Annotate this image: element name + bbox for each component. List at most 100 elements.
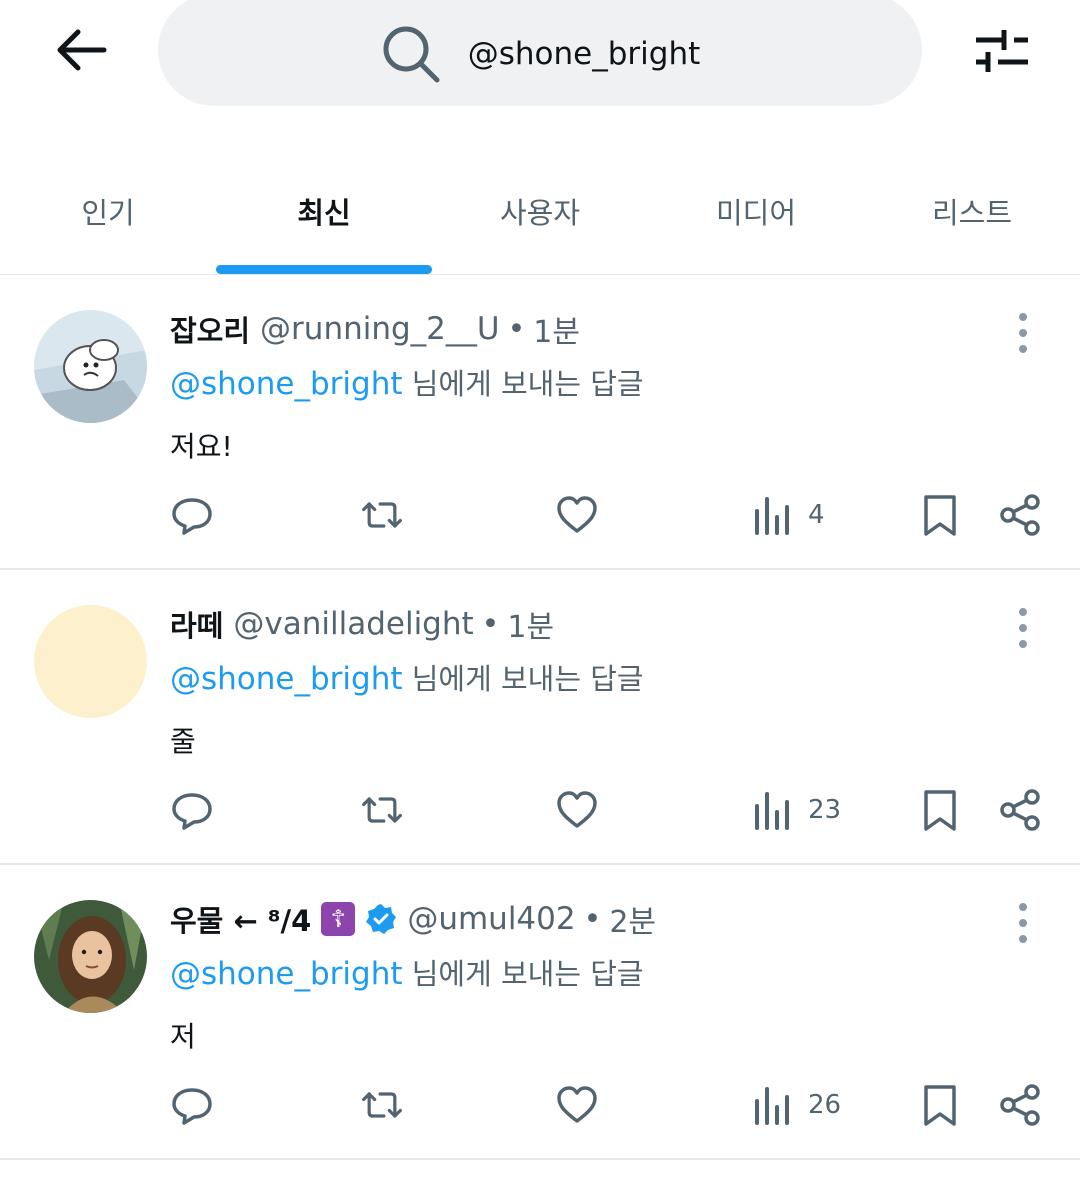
bookmark-icon bbox=[924, 495, 956, 536]
bookmark-button[interactable] bbox=[918, 785, 962, 835]
reply-suffix: 님에게 보내는 답글 bbox=[402, 957, 644, 991]
share-button[interactable] bbox=[998, 1080, 1042, 1130]
views-button[interactable]: 26 bbox=[750, 1080, 841, 1130]
reply-mention-link[interactable]: @shone_bright bbox=[170, 661, 403, 697]
views-count: 26 bbox=[808, 1090, 842, 1120]
more-options-button[interactable] bbox=[1008, 608, 1038, 648]
active-tab-indicator bbox=[216, 265, 432, 274]
like-button[interactable] bbox=[555, 785, 599, 835]
user-handle[interactable]: @vanilladelight bbox=[233, 606, 473, 642]
reply-context: @shone_bright 님에게 보내는 답글 bbox=[170, 656, 644, 698]
retweet-button[interactable] bbox=[360, 785, 404, 835]
bookmark-icon bbox=[924, 790, 956, 831]
bookmark-icon bbox=[924, 1085, 956, 1126]
tweet-actions: 4 bbox=[0, 490, 1080, 540]
views-button[interactable]: 23 bbox=[750, 785, 841, 835]
verified-badge-icon bbox=[366, 904, 397, 934]
search-tabs: 인기 최신 사용자 미디어 리스트 bbox=[0, 160, 1080, 275]
like-button[interactable] bbox=[555, 1080, 599, 1130]
timestamp[interactable]: 1분 bbox=[507, 602, 554, 646]
search-bar[interactable]: @shone_bright bbox=[158, 0, 922, 106]
reply-context: @shone_bright 님에게 보내는 답글 bbox=[170, 951, 644, 993]
user-handle[interactable]: @umul402 bbox=[407, 901, 575, 937]
share-icon bbox=[1000, 1084, 1040, 1126]
tweet-header: 우물 ← ⁸/4 ☦ @umul402 • 2분 bbox=[170, 897, 656, 941]
more-vertical-icon bbox=[1019, 608, 1027, 616]
tweet-header: 잡오리 @running_2__U • 1분 bbox=[170, 307, 580, 351]
reply-icon bbox=[172, 498, 212, 535]
views-count: 4 bbox=[808, 500, 825, 530]
separator-dot: • bbox=[507, 311, 526, 347]
top-bar: @shone_bright bbox=[0, 0, 1080, 140]
views-icon bbox=[755, 497, 789, 535]
reply-suffix: 님에게 보내는 답글 bbox=[402, 367, 644, 401]
tab-lists[interactable]: 리스트 bbox=[864, 160, 1080, 274]
views-button[interactable]: 4 bbox=[750, 490, 825, 540]
heart-icon bbox=[557, 791, 597, 828]
views-count: 23 bbox=[808, 795, 842, 825]
display-name[interactable]: 라떼 bbox=[170, 603, 223, 645]
more-options-button[interactable] bbox=[1008, 903, 1038, 943]
retweet-button[interactable] bbox=[360, 1080, 404, 1130]
search-icon bbox=[383, 26, 440, 83]
display-name[interactable]: 잡오리 bbox=[170, 308, 250, 350]
reply-suffix: 님에게 보내는 답글 bbox=[402, 662, 644, 696]
tab-people[interactable]: 사용자 bbox=[432, 160, 648, 274]
reply-button[interactable] bbox=[170, 490, 214, 540]
heart-icon bbox=[557, 496, 597, 533]
tab-label: 미디어 bbox=[715, 196, 797, 230]
sliders-icon bbox=[976, 30, 1028, 72]
reply-mention-link[interactable]: @shone_bright bbox=[170, 366, 403, 402]
back-button[interactable] bbox=[50, 22, 110, 78]
avatar[interactable] bbox=[34, 605, 147, 718]
reply-button[interactable] bbox=[170, 785, 214, 835]
avatar[interactable] bbox=[34, 310, 147, 423]
heart-icon bbox=[557, 1086, 597, 1123]
avatar[interactable] bbox=[34, 900, 147, 1013]
tab-label: 사용자 bbox=[499, 196, 581, 230]
tweet[interactable]: 잡오리 @running_2__U • 1분 @shone_bright 님에게… bbox=[0, 275, 1080, 570]
like-button[interactable] bbox=[555, 490, 599, 540]
avatar-image bbox=[34, 310, 147, 423]
share-icon bbox=[1000, 494, 1040, 536]
retweet-icon bbox=[362, 502, 402, 528]
tweet[interactable]: 우물 ← ⁸/4 ☦ @umul402 • 2분 @shone_bright 님… bbox=[0, 865, 1080, 1160]
more-options-button[interactable] bbox=[1008, 313, 1038, 353]
views-icon bbox=[755, 1087, 789, 1125]
share-button[interactable] bbox=[998, 490, 1042, 540]
tab-top[interactable]: 인기 bbox=[0, 160, 216, 274]
timestamp[interactable]: 1분 bbox=[533, 307, 580, 351]
tweet-header: 라떼 @vanilladelight • 1분 bbox=[170, 602, 554, 646]
reply-mention-link[interactable]: @shone_bright bbox=[170, 956, 403, 992]
views-icon bbox=[755, 792, 789, 830]
more-vertical-icon bbox=[1019, 903, 1027, 911]
tab-label: 인기 bbox=[81, 196, 135, 230]
reply-context: @shone_bright 님에게 보내는 답글 bbox=[170, 361, 644, 403]
tab-latest[interactable]: 최신 bbox=[216, 160, 432, 274]
tweet-text: 저 bbox=[170, 1020, 196, 1053]
retweet-button[interactable] bbox=[360, 490, 404, 540]
user-handle[interactable]: @running_2__U bbox=[260, 311, 500, 347]
search-input[interactable]: @shone_bright bbox=[468, 36, 701, 72]
tweet-text: 저요! bbox=[170, 430, 233, 463]
bookmark-button[interactable] bbox=[918, 1080, 962, 1130]
tweet-actions: 23 bbox=[0, 785, 1080, 835]
tweet-text: 줄 bbox=[170, 725, 196, 758]
arrow-left-icon bbox=[57, 29, 107, 71]
bookmark-button[interactable] bbox=[918, 490, 962, 540]
share-icon bbox=[1000, 789, 1040, 831]
display-name[interactable]: 우물 ← ⁸/4 bbox=[170, 898, 311, 940]
separator-dot: • bbox=[583, 901, 602, 937]
more-vertical-icon bbox=[1019, 313, 1027, 321]
tab-media[interactable]: 미디어 bbox=[648, 160, 864, 274]
search-filter-button[interactable] bbox=[970, 22, 1034, 78]
reply-button[interactable] bbox=[170, 1080, 214, 1130]
timestamp[interactable]: 2분 bbox=[609, 897, 656, 941]
tweet[interactable]: 라떼 @vanilladelight • 1분 @shone_bright 님에… bbox=[0, 570, 1080, 865]
separator-dot: • bbox=[481, 606, 500, 642]
reply-icon bbox=[172, 793, 212, 830]
orthodox-cross-emoji: ☦ bbox=[321, 902, 356, 936]
tweet-actions: 26 bbox=[0, 1080, 1080, 1130]
reply-icon bbox=[172, 1088, 212, 1125]
share-button[interactable] bbox=[998, 785, 1042, 835]
